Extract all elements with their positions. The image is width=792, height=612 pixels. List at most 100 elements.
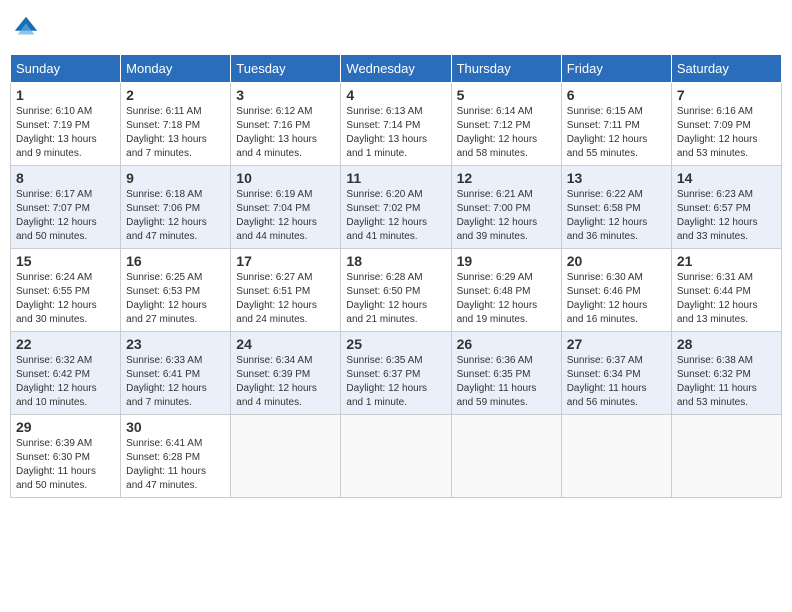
day-info: Sunrise: 6:21 AMSunset: 7:00 PMDaylight:… bbox=[457, 188, 556, 244]
day-number: 25 bbox=[346, 336, 445, 352]
calendar-cell bbox=[561, 415, 671, 498]
day-number: 7 bbox=[677, 87, 776, 103]
day-info: Sunrise: 6:37 AMSunset: 6:34 PMDaylight:… bbox=[567, 354, 666, 410]
day-info: Sunrise: 6:31 AMSunset: 6:44 PMDaylight:… bbox=[677, 271, 776, 327]
day-number: 17 bbox=[236, 253, 335, 269]
weekday-header-monday: Monday bbox=[121, 55, 231, 83]
day-info: Sunrise: 6:39 AMSunset: 6:30 PMDaylight:… bbox=[16, 437, 115, 493]
calendar-cell bbox=[451, 415, 561, 498]
calendar-cell: 12 Sunrise: 6:21 AMSunset: 7:00 PMDayligh… bbox=[451, 166, 561, 249]
calendar-body: 1 Sunrise: 6:10 AMSunset: 7:19 PMDaylight… bbox=[11, 83, 782, 498]
calendar-week-row: 15Sunrise: 6:24 AMSunset: 6:55 PMDayligh… bbox=[11, 249, 782, 332]
weekday-header-friday: Friday bbox=[561, 55, 671, 83]
calendar-cell: 11 Sunrise: 6:20 AMSunset: 7:02 PMDayligh… bbox=[341, 166, 451, 249]
calendar-cell: 17 Sunrise: 6:27 AMSunset: 6:51 PMDayligh… bbox=[231, 249, 341, 332]
day-info: Sunrise: 6:23 AMSunset: 6:57 PMDaylight:… bbox=[677, 188, 776, 244]
day-number: 3 bbox=[236, 87, 335, 103]
day-number: 30 bbox=[126, 419, 225, 435]
weekday-header-saturday: Saturday bbox=[671, 55, 781, 83]
day-number: 21 bbox=[677, 253, 776, 269]
calendar-cell bbox=[671, 415, 781, 498]
calendar-cell: 13 Sunrise: 6:22 AMSunset: 6:58 PMDayligh… bbox=[561, 166, 671, 249]
day-info: Sunrise: 6:34 AMSunset: 6:39 PMDaylight:… bbox=[236, 354, 335, 410]
day-info: Sunrise: 6:24 AMSunset: 6:55 PMDaylight:… bbox=[16, 271, 115, 327]
day-info: Sunrise: 6:14 AMSunset: 7:12 PMDaylight:… bbox=[457, 105, 556, 161]
day-info: Sunrise: 6:12 AMSunset: 7:16 PMDaylight:… bbox=[236, 105, 335, 161]
day-number: 22 bbox=[16, 336, 115, 352]
day-info: Sunrise: 6:15 AMSunset: 7:11 PMDaylight:… bbox=[567, 105, 666, 161]
day-info: Sunrise: 6:20 AMSunset: 7:02 PMDaylight:… bbox=[346, 188, 445, 244]
calendar-week-row: 29 Sunrise: 6:39 AMSunset: 6:30 PMDayligh… bbox=[11, 415, 782, 498]
calendar-cell: 6 Sunrise: 6:15 AMSunset: 7:11 PMDaylight… bbox=[561, 83, 671, 166]
calendar-cell: 21 Sunrise: 6:31 AMSunset: 6:44 PMDayligh… bbox=[671, 249, 781, 332]
calendar-cell: 10 Sunrise: 6:19 AMSunset: 7:04 PMDayligh… bbox=[231, 166, 341, 249]
calendar-cell: 8 Sunrise: 6:17 AMSunset: 7:07 PMDaylight… bbox=[11, 166, 121, 249]
day-number: 6 bbox=[567, 87, 666, 103]
calendar-week-row: 8 Sunrise: 6:17 AMSunset: 7:07 PMDaylight… bbox=[11, 166, 782, 249]
day-number: 10 bbox=[236, 170, 335, 186]
calendar-cell: 7 Sunrise: 6:16 AMSunset: 7:09 PMDaylight… bbox=[671, 83, 781, 166]
day-number: 24 bbox=[236, 336, 335, 352]
calendar-cell: 30 Sunrise: 6:41 AMSunset: 6:28 PMDayligh… bbox=[121, 415, 231, 498]
day-number: 11 bbox=[346, 170, 445, 186]
day-number: 29 bbox=[16, 419, 115, 435]
page-header bbox=[10, 10, 782, 46]
calendar-week-row: 22 Sunrise: 6:32 AMSunset: 6:42 PMDayligh… bbox=[11, 332, 782, 415]
calendar-cell: 1 Sunrise: 6:10 AMSunset: 7:19 PMDaylight… bbox=[11, 83, 121, 166]
calendar-cell: 19 Sunrise: 6:29 AMSunset: 6:48 PMDayligh… bbox=[451, 249, 561, 332]
day-number: 26 bbox=[457, 336, 556, 352]
day-info: Sunrise: 6:10 AMSunset: 7:19 PMDaylight:… bbox=[16, 105, 115, 161]
day-number: 16 bbox=[126, 253, 225, 269]
calendar-cell: 5 Sunrise: 6:14 AMSunset: 7:12 PMDaylight… bbox=[451, 83, 561, 166]
day-info: Sunrise: 6:11 AMSunset: 7:18 PMDaylight:… bbox=[126, 105, 225, 161]
weekday-header-wednesday: Wednesday bbox=[341, 55, 451, 83]
calendar-week-row: 1 Sunrise: 6:10 AMSunset: 7:19 PMDaylight… bbox=[11, 83, 782, 166]
calendar-table: SundayMondayTuesdayWednesdayThursdayFrid… bbox=[10, 54, 782, 498]
day-info: Sunrise: 6:29 AMSunset: 6:48 PMDaylight:… bbox=[457, 271, 556, 327]
calendar-cell: 18Sunrise: 6:28 AMSunset: 6:50 PMDayligh… bbox=[341, 249, 451, 332]
weekday-header-sunday: Sunday bbox=[11, 55, 121, 83]
day-info: Sunrise: 6:18 AMSunset: 7:06 PMDaylight:… bbox=[126, 188, 225, 244]
calendar-header-row: SundayMondayTuesdayWednesdayThursdayFrid… bbox=[11, 55, 782, 83]
day-number: 12 bbox=[457, 170, 556, 186]
day-info: Sunrise: 6:41 AMSunset: 6:28 PMDaylight:… bbox=[126, 437, 225, 493]
day-info: Sunrise: 6:35 AMSunset: 6:37 PMDaylight:… bbox=[346, 354, 445, 410]
day-number: 8 bbox=[16, 170, 115, 186]
calendar-cell: 14 Sunrise: 6:23 AMSunset: 6:57 PMDayligh… bbox=[671, 166, 781, 249]
calendar-cell: 15Sunrise: 6:24 AMSunset: 6:55 PMDayligh… bbox=[11, 249, 121, 332]
day-number: 27 bbox=[567, 336, 666, 352]
day-info: Sunrise: 6:32 AMSunset: 6:42 PMDaylight:… bbox=[16, 354, 115, 410]
day-info: Sunrise: 6:16 AMSunset: 7:09 PMDaylight:… bbox=[677, 105, 776, 161]
weekday-header-tuesday: Tuesday bbox=[231, 55, 341, 83]
calendar-cell: 16 Sunrise: 6:25 AMSunset: 6:53 PMDayligh… bbox=[121, 249, 231, 332]
calendar-cell bbox=[231, 415, 341, 498]
day-number: 13 bbox=[567, 170, 666, 186]
weekday-header-thursday: Thursday bbox=[451, 55, 561, 83]
day-number: 1 bbox=[16, 87, 115, 103]
day-info: Sunrise: 6:36 AMSunset: 6:35 PMDaylight:… bbox=[457, 354, 556, 410]
day-number: 4 bbox=[346, 87, 445, 103]
day-info: Sunrise: 6:22 AMSunset: 6:58 PMDaylight:… bbox=[567, 188, 666, 244]
calendar-cell: 24 Sunrise: 6:34 AMSunset: 6:39 PMDayligh… bbox=[231, 332, 341, 415]
day-info: Sunrise: 6:19 AMSunset: 7:04 PMDaylight:… bbox=[236, 188, 335, 244]
day-number: 5 bbox=[457, 87, 556, 103]
logo-text bbox=[10, 14, 40, 42]
calendar-cell: 20Sunrise: 6:30 AMSunset: 6:46 PMDayligh… bbox=[561, 249, 671, 332]
day-info: Sunrise: 6:25 AMSunset: 6:53 PMDaylight:… bbox=[126, 271, 225, 327]
day-info: Sunrise: 6:17 AMSunset: 7:07 PMDaylight:… bbox=[16, 188, 115, 244]
calendar-cell: 3 Sunrise: 6:12 AMSunset: 7:16 PMDaylight… bbox=[231, 83, 341, 166]
day-number: 9 bbox=[126, 170, 225, 186]
calendar-cell: 22 Sunrise: 6:32 AMSunset: 6:42 PMDayligh… bbox=[11, 332, 121, 415]
day-number: 14 bbox=[677, 170, 776, 186]
day-number: 19 bbox=[457, 253, 556, 269]
day-info: Sunrise: 6:33 AMSunset: 6:41 PMDaylight:… bbox=[126, 354, 225, 410]
day-info: Sunrise: 6:13 AMSunset: 7:14 PMDaylight:… bbox=[346, 105, 445, 161]
day-number: 23 bbox=[126, 336, 225, 352]
day-info: Sunrise: 6:28 AMSunset: 6:50 PMDaylight:… bbox=[346, 271, 445, 327]
calendar-cell: 2Sunrise: 6:11 AMSunset: 7:18 PMDaylight… bbox=[121, 83, 231, 166]
logo-icon bbox=[12, 14, 40, 42]
day-info: Sunrise: 6:38 AMSunset: 6:32 PMDaylight:… bbox=[677, 354, 776, 410]
calendar-cell: 26 Sunrise: 6:36 AMSunset: 6:35 PMDayligh… bbox=[451, 332, 561, 415]
day-number: 28 bbox=[677, 336, 776, 352]
day-info: Sunrise: 6:27 AMSunset: 6:51 PMDaylight:… bbox=[236, 271, 335, 327]
